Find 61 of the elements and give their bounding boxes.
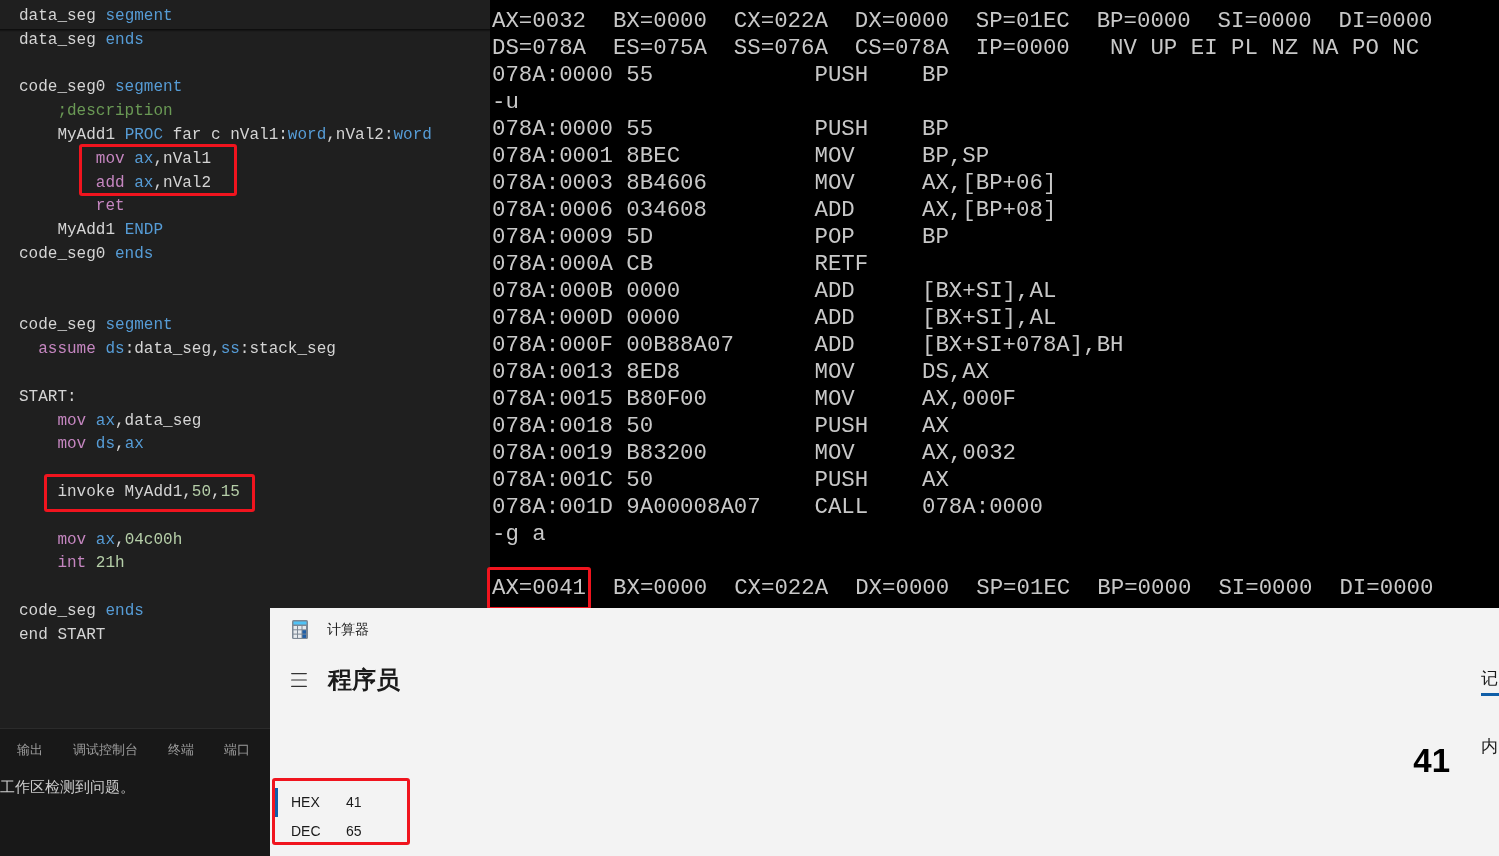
mode-title: 程序员: [328, 665, 400, 695]
register-value: BX=0000: [613, 575, 708, 602]
code-line: end START: [19, 624, 106, 646]
calculator-icon: [292, 619, 308, 639]
code-line: int 21h: [57, 553, 125, 575]
code-line: data_seg segment: [19, 6, 173, 27]
code-line: code_seg ends: [19, 600, 144, 622]
panel-tab[interactable]: 输出: [17, 740, 43, 760]
console-line: 078A:001D 9A00008A07 CALL 078A:0000: [492, 494, 1043, 520]
code-line: assume ds:data_seg,ss:stack_seg: [38, 339, 336, 361]
code-line: START:: [19, 386, 77, 408]
side-tab[interactable]: 记: [1481, 664, 1499, 696]
code-line: code_seg0 ends: [19, 243, 154, 265]
code-line: MyAdd1 ENDP: [57, 220, 164, 242]
console-line: DS=078A ES=075A SS=076A CS=078A IP=0000 NV UP EI PL NZ NA PO NC: [492, 35, 1420, 61]
register-value: SP=01EC: [976, 575, 1071, 602]
console-line: 078A:000B 0000 ADD [BX+SI],AL: [492, 278, 1057, 304]
panel-tab[interactable]: 调试控制台: [73, 740, 138, 760]
register-value: SI=0000: [1218, 575, 1313, 602]
console-line: AX=0032 BX=0000 CX=022A DX=0000 SP=01EC BP=0000 SI=0000 DI=0000: [492, 8, 1433, 34]
console-line: 078A:0019 B83200 MOV AX,0032: [492, 440, 1017, 466]
console-line: 078A:0006 034608 ADD AX,[BP+08]: [492, 197, 1057, 223]
console-line: 078A:001C 50 PUSH AX: [492, 467, 949, 493]
register-value: AX=0041: [492, 575, 587, 601]
side-tab[interactable]: 内: [1481, 732, 1499, 764]
console-line: 078A:0015 B80F00 MOV AX,000F: [492, 386, 1017, 412]
console-line: 078A:0013 8ED8 MOV DS,AX: [492, 359, 990, 385]
panel-tab[interactable]: 端口: [224, 740, 250, 760]
console-line: 078A:0001 8BEC MOV BP,SP: [492, 143, 990, 169]
console-line: 078A:0000 55 PUSH BP: [492, 62, 949, 88]
console-line: -g a: [492, 521, 546, 547]
code-line: MyAdd1 PROC far c nVal1:word,nVal2:word: [57, 125, 432, 146]
console-line: 078A:0018 50 PUSH AX: [492, 413, 949, 439]
register-value: DI=0000: [1339, 575, 1434, 602]
register-value: CX=022A: [734, 575, 829, 602]
radix-row[interactable]: DEC 65: [275, 817, 362, 846]
code-line: data_seg ends: [19, 29, 144, 51]
register-value: BP=0000: [1097, 575, 1192, 602]
console-line: -u: [492, 89, 519, 115]
code-line: add ax,nVal2: [95, 172, 212, 194]
code-line: code_seg segment: [19, 315, 173, 337]
code-line: ;description: [57, 101, 173, 123]
panel-tab[interactable]: 终端: [168, 740, 194, 760]
app-title: 计算器: [327, 619, 369, 639]
code-line: mov ax,data_seg: [57, 410, 202, 432]
problems-message: 工作区检测到问题。: [0, 778, 135, 795]
display-value: 41: [1413, 742, 1450, 779]
code-line: mov ax,04c00h: [57, 529, 183, 551]
radix-row[interactable]: HEX 41: [275, 788, 362, 817]
console-line: 078A:0003 8B4606 MOV AX,[BP+06]: [492, 170, 1057, 196]
console-line: 078A:000F 00B88A07 ADD [BX+SI+078A],BH: [492, 332, 1124, 358]
code-line: mov ax,nVal1: [95, 148, 212, 170]
console-line: 078A:000A CB RETF: [492, 251, 869, 277]
console-line: 078A:0000 55 PUSH BP: [492, 116, 949, 142]
register-value: DX=0000: [855, 575, 950, 602]
code-line: mov ds,ax: [57, 434, 144, 456]
code-line: code_seg0 segment: [19, 77, 183, 99]
code-line: ret: [95, 196, 125, 218]
code-line: invoke MyAdd1,50,15: [57, 482, 240, 501]
console-line: 078A:0009 5D POP BP: [492, 224, 949, 250]
console-line: 078A:000D 0000 ADD [BX+SI],AL: [492, 305, 1057, 331]
